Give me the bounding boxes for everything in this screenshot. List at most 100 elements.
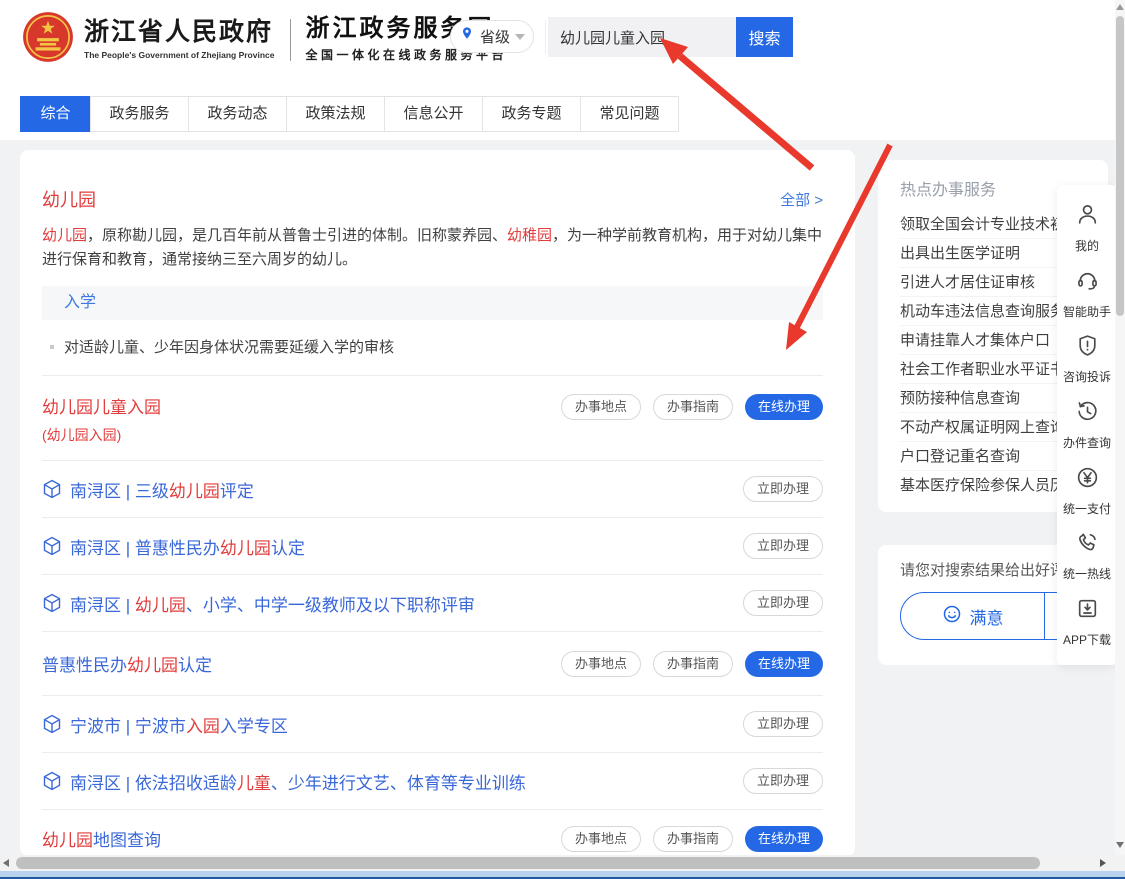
toolbar-item-payment[interactable]: 统一支付: [1057, 465, 1117, 517]
tab-gov-news[interactable]: 政务动态: [188, 96, 287, 132]
apply-now-button[interactable]: 立即办理: [743, 590, 823, 616]
scroll-left-arrow[interactable]: [3, 859, 9, 867]
floating-toolbar: 我的 智能助手 咨询投诉 办件查询 统一支付 统一热线 APP下载: [1057, 185, 1117, 665]
title-seg: 幼儿园: [169, 482, 220, 501]
tab-gov-services[interactable]: 政务服务: [90, 96, 189, 132]
title-seg: 幼儿园: [220, 539, 271, 558]
cube-icon: [42, 771, 62, 791]
guide-button[interactable]: 办事指南: [653, 651, 733, 677]
toolbar-item-label: 智能助手: [1063, 303, 1111, 320]
horizontal-scrollbar-thumb[interactable]: [16, 857, 1040, 869]
search-button[interactable]: 搜索: [736, 17, 793, 57]
toolbar-item-assistant[interactable]: 智能助手: [1057, 268, 1117, 320]
category-link-enrollment[interactable]: 入学: [64, 294, 96, 311]
tab-policies[interactable]: 政策法规: [286, 96, 385, 132]
apply-now-button[interactable]: 立即办理: [743, 476, 823, 502]
table-row: 南浔区 | 普惠性民办幼儿园认定 立即办理: [42, 518, 823, 575]
result-link[interactable]: 南浔区 | 幼儿园、小学、中学一级教师及以下职称评审: [42, 591, 743, 616]
bullet-dot: [50, 345, 54, 349]
toolbar-item-app-download[interactable]: APP下载: [1057, 596, 1117, 648]
featured-title[interactable]: 幼儿园儿童入园: [42, 393, 161, 418]
title-seg: 儿童: [237, 774, 271, 793]
toolbar-item-case-query[interactable]: 办件查询: [1057, 399, 1117, 451]
region-selector[interactable]: 省级: [450, 20, 534, 53]
online-apply-button[interactable]: 在线办理: [745, 826, 823, 852]
result-tabs: 综合 政务服务 政务动态 政策法规 信息公开 政务专题 常见问题: [20, 96, 679, 132]
brand-divider: [290, 19, 291, 61]
tab-info-disclosure[interactable]: 信息公开: [384, 96, 483, 132]
apply-now-button[interactable]: 立即办理: [743, 533, 823, 559]
gov-name: 浙江省人民政府: [84, 19, 274, 47]
brand-area: 浙江省人民政府 The People's Government of Zheji…: [22, 11, 507, 68]
title-seg: 幼儿园: [127, 656, 178, 675]
title-seg: 、少年进行文艺、体育等专业训练: [271, 774, 526, 793]
toolbar-item-label: 我的: [1075, 237, 1099, 254]
result-link[interactable]: 南浔区 | 三级幼儿园评定: [42, 477, 743, 502]
title-seg: 普惠性民办: [42, 656, 127, 675]
horizontal-scrollbar[interactable]: [0, 855, 1125, 871]
result-link[interactable]: 幼儿园地图查询: [42, 826, 561, 851]
title-seg: 宁波市 | 宁波市: [70, 717, 186, 736]
result-link[interactable]: 南浔区 | 依法招收适龄儿童、少年进行文艺、体育等专业训练: [42, 769, 743, 794]
table-row: 普惠性民办幼儿园认定 办事地点 办事指南 在线办理: [42, 632, 823, 696]
scroll-down-arrow[interactable]: [1116, 842, 1124, 848]
apply-now-button[interactable]: 立即办理: [743, 768, 823, 794]
history-clock-icon: [1075, 399, 1100, 429]
feedback-button-divider: [1044, 592, 1045, 640]
title-seg: 幼儿园: [42, 831, 93, 850]
guide-button[interactable]: 办事指南: [653, 394, 733, 420]
online-apply-button[interactable]: 在线办理: [745, 394, 823, 420]
scroll-right-arrow[interactable]: [1100, 859, 1106, 867]
toolbar-item-my[interactable]: 我的: [1057, 202, 1117, 254]
desc-seg: 幼稚园: [507, 227, 552, 244]
apply-now-button[interactable]: 立即办理: [743, 711, 823, 737]
title-seg: 认定: [271, 539, 305, 558]
gov-name-en: The People's Government of Zhejiang Prov…: [84, 50, 274, 60]
search-input[interactable]: [548, 17, 736, 57]
title-seg: 南浔区 | 普惠性民办: [70, 539, 220, 558]
place-button[interactable]: 办事地点: [561, 826, 641, 852]
toolbar-item-label: 办件查询: [1063, 434, 1111, 451]
phone-icon: [1075, 530, 1100, 560]
result-link[interactable]: 南浔区 | 普惠性民办幼儿园认定: [42, 534, 743, 559]
toolbar-item-hotline[interactable]: 统一热线: [1057, 530, 1117, 582]
result-link[interactable]: 宁波市 | 宁波市入园入学专区: [42, 712, 743, 737]
download-icon: [1075, 596, 1100, 626]
satisfied-label: 满意: [970, 604, 1004, 629]
featured-alias: (幼儿园入园): [42, 425, 161, 445]
place-button[interactable]: 办事地点: [561, 394, 641, 420]
user-icon: [1075, 202, 1100, 232]
tab-comprehensive[interactable]: 综合: [20, 96, 91, 132]
title-seg: 地图查询: [93, 831, 161, 850]
vertical-scrollbar-thumb[interactable]: [1116, 16, 1124, 316]
cube-icon: [42, 714, 62, 734]
headset-icon: [1075, 268, 1100, 298]
result-link[interactable]: 普惠性民办幼儿园认定: [42, 651, 561, 676]
title-seg: 入学专区: [220, 717, 288, 736]
national-emblem-logo: [22, 11, 74, 68]
table-row: 宁波市 | 宁波市入园入学专区 立即办理: [42, 696, 823, 753]
tab-faq[interactable]: 常见问题: [580, 96, 679, 132]
bullet-text: 对适龄儿童、少年因身体状况需要延缓入学的审核: [64, 336, 394, 357]
table-row: 南浔区 | 依法招收适龄儿童、少年进行文艺、体育等专业训练 立即办理: [42, 753, 823, 810]
toolbar-item-label: APP下载: [1063, 631, 1111, 648]
toolbar-item-label: 咨询投诉: [1063, 368, 1111, 385]
title-seg: 南浔区 |: [70, 596, 135, 615]
online-apply-button[interactable]: 在线办理: [745, 651, 823, 677]
title-seg: 幼儿园: [135, 596, 186, 615]
bullet-item[interactable]: 对适龄儿童、少年因身体状况需要延缓入学的审核: [42, 336, 823, 357]
title-seg: 认定: [178, 656, 212, 675]
smiley-icon: [942, 604, 962, 629]
category-box: 入学: [42, 286, 823, 320]
cube-icon: [42, 536, 62, 556]
scroll-up-arrow[interactable]: [1116, 4, 1124, 10]
view-all-link[interactable]: 全部 >: [780, 189, 823, 210]
place-button[interactable]: 办事地点: [561, 651, 641, 677]
title-seg: 南浔区 | 三级: [70, 482, 169, 501]
vertical-scrollbar[interactable]: [1115, 0, 1125, 855]
cube-icon: [42, 593, 62, 613]
tab-special-topics[interactable]: 政务专题: [482, 96, 581, 132]
guide-button[interactable]: 办事指南: [653, 826, 733, 852]
toolbar-item-complaint[interactable]: 咨询投诉: [1057, 333, 1117, 385]
title-seg: 南浔区 | 依法招收适龄: [70, 774, 237, 793]
